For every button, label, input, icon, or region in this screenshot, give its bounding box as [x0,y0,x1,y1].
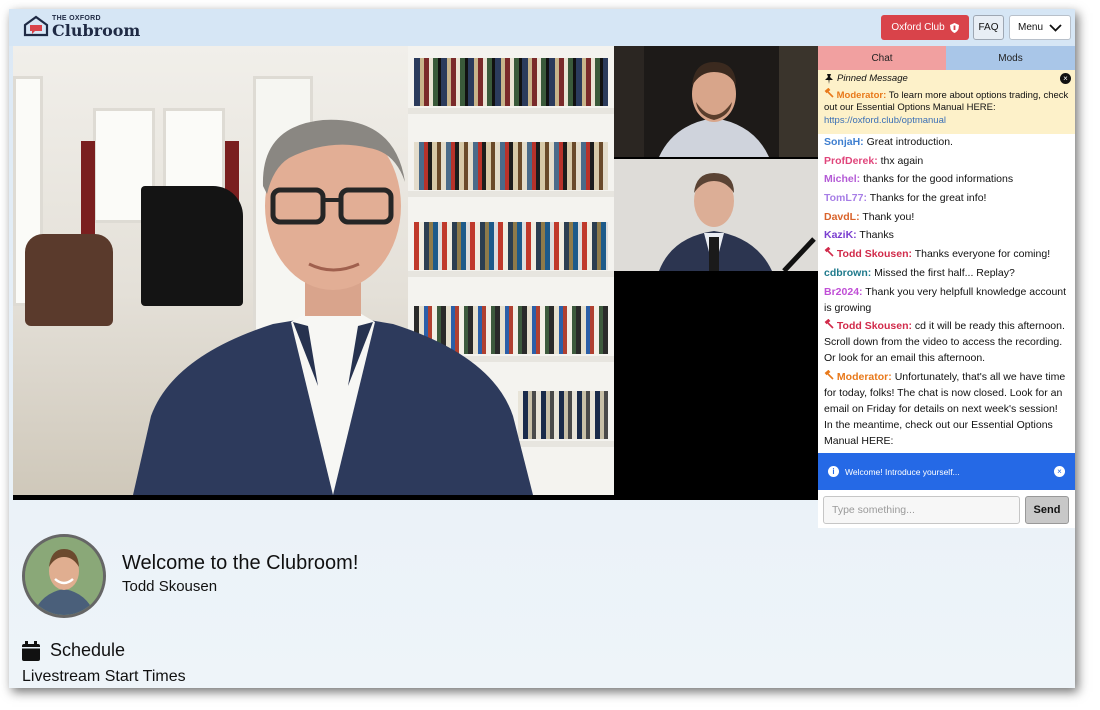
gavel-icon [824,318,837,332]
close-notice-icon[interactable]: × [1054,466,1065,477]
chevron-down-icon [1049,23,1062,32]
chat-message-text: thanks for the good informations [863,173,1014,186]
pinned-message: Pinned Message × Moderator: To learn mor… [818,70,1075,134]
chat-message: Michel: thanks for the good informations [824,171,1069,187]
gavel-icon [824,87,834,98]
empty-feed-slot [614,271,818,500]
chat-message: Todd Skousen: cd it will be ready this a… [824,318,1069,366]
tab-mods[interactable]: Mods [946,46,1075,70]
chat-message-text: Thanks for the great info! [869,192,987,205]
chat-message-text: thx again [880,154,924,167]
pin-icon [825,74,833,85]
chat-message: TomL77: Thanks for the great info! [824,190,1069,206]
logo-house-icon [23,15,49,39]
faq-button[interactable]: FAQ [973,15,1004,40]
chat-message: ProfDerek: thx again [824,153,1069,169]
chat-username[interactable]: SonjaH: [824,136,864,148]
chat-message-text: Thanks [859,229,894,242]
tab-chat[interactable]: Chat [818,46,946,70]
pinned-author: Moderator: [836,89,887,101]
chat-username[interactable]: cdbrown: [824,267,871,279]
shield-icon [949,22,959,33]
chat-username[interactable]: DavdL: [824,211,860,223]
calendar-icon [22,640,40,661]
oxford-club-label: Oxford Club [891,22,945,33]
info-icon: i [828,466,839,477]
chat-message-text: Great introduction. [866,136,953,148]
chat-message: Todd Skousen: Thanks everyone for coming… [824,246,1069,262]
chat-messages[interactable]: SonjaH: Great introduction. ProfDerek: th… [818,134,1075,453]
welcome-notice-text: Welcome! Introduce yourself... [845,466,960,477]
logo-big-text: Clubroom [52,21,141,40]
pinned-title: Pinned Message [837,73,908,84]
panelist-feed-1 [614,46,818,157]
gavel-icon [824,369,837,383]
chat-message-input[interactable] [823,496,1020,524]
main-speaker [133,86,553,495]
chat-message: DavdL: Thank you! [824,209,1069,225]
chat-username[interactable]: Todd Skousen: [837,320,912,332]
menu-button[interactable]: Menu [1009,15,1071,40]
close-pinned-icon[interactable]: × [1060,73,1071,84]
chat-message-text: Thank you! [862,210,915,223]
oxford-club-button[interactable]: Oxford Club [881,15,969,40]
menu-label: Menu [1017,22,1043,33]
chat-username[interactable]: Moderator: [837,371,892,383]
schedule-title: Schedule [50,640,126,660]
livestream-video[interactable] [13,46,818,500]
chat-username[interactable]: ProfDerek: [824,155,878,167]
chat-panel: Chat Mods Pinned Message × Moderator: To… [818,46,1075,528]
panelist-feed-2 [614,159,818,271]
host-avatar [22,534,106,618]
chat-message: cdbrown: Missed the first half... Replay… [824,265,1069,281]
app-window: THE OXFORD Clubroom Oxford Club FAQ Menu [9,9,1075,688]
chat-username[interactable]: Michel: [824,173,860,185]
top-header: THE OXFORD Clubroom Oxford Club FAQ Menu [9,9,1075,46]
chat-message-text: Missed the first half... Replay? [874,266,1015,279]
chat-username[interactable]: Br2024: [824,286,863,298]
page-title: Welcome to the Clubroom! [122,552,359,574]
main-speaker-feed [13,46,614,495]
clubroom-logo[interactable]: THE OXFORD Clubroom [23,15,140,39]
chat-message: Br2024: Thank you very helpfull knowledg… [824,284,1069,316]
gavel-icon [824,246,837,260]
chat-username[interactable]: KaziK: [824,229,857,241]
chat-message-text: Thanks everyone for coming! [914,248,1051,261]
schedule-heading: Schedule [22,640,125,661]
chat-input-row: Send [818,490,1075,528]
send-button[interactable]: Send [1025,496,1069,524]
welcome-notice: i Welcome! Introduce yourself... × [818,453,1075,490]
chat-message: SonjaH: Great introduction. [824,134,1069,150]
chat-username[interactable]: Todd Skousen: [837,248,912,260]
pinned-link[interactable]: https://oxford.club/optmanual [824,115,946,126]
schedule-subtitle: Livestream Start Times [22,668,186,685]
chat-username[interactable]: TomL77: [824,192,867,204]
chat-message: Moderator: Unfortunately, that's all we … [824,369,1069,449]
host-name: Todd Skousen [122,578,218,595]
chat-message: KaziK: Thanks [824,227,1069,243]
